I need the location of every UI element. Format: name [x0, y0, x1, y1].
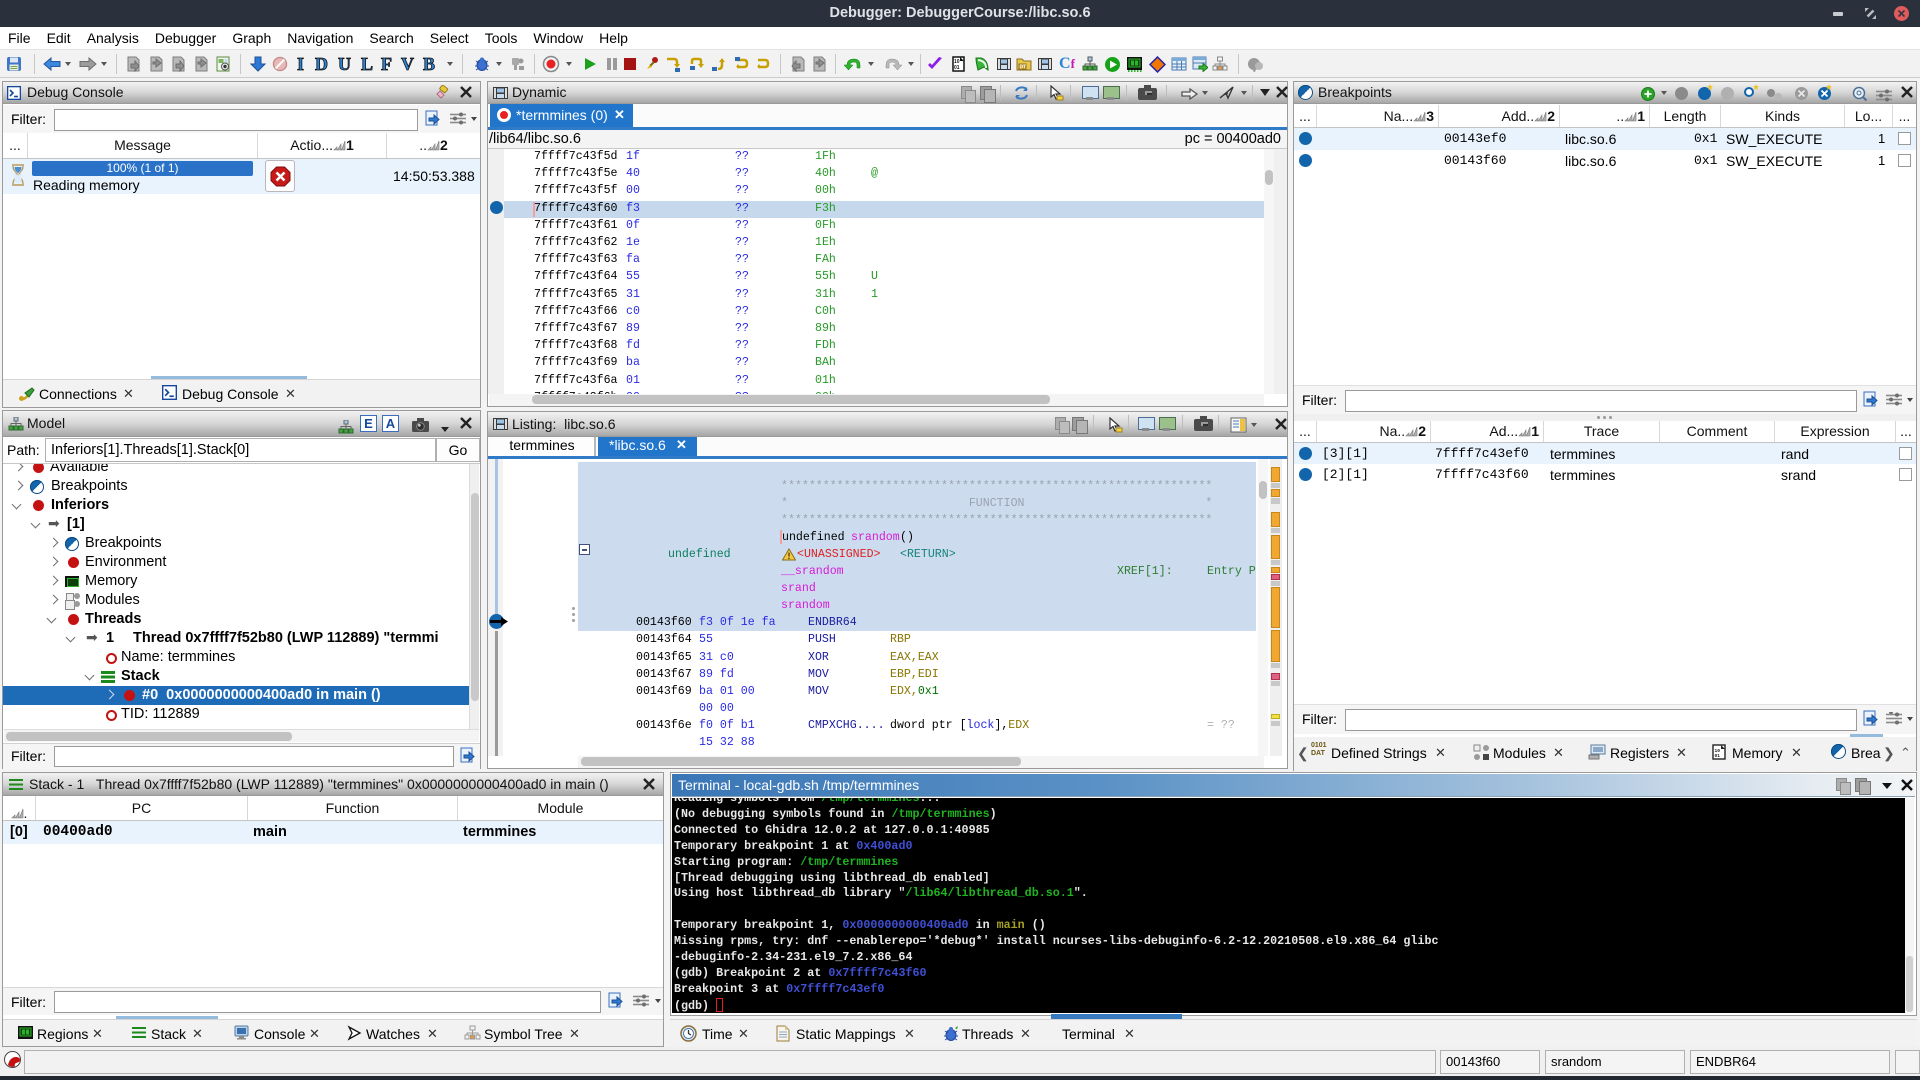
svg-text:01: 01 — [954, 65, 960, 71]
svg-text:01: 01 — [1715, 753, 1721, 759]
svg-text:DT: DT — [1020, 65, 1027, 71]
